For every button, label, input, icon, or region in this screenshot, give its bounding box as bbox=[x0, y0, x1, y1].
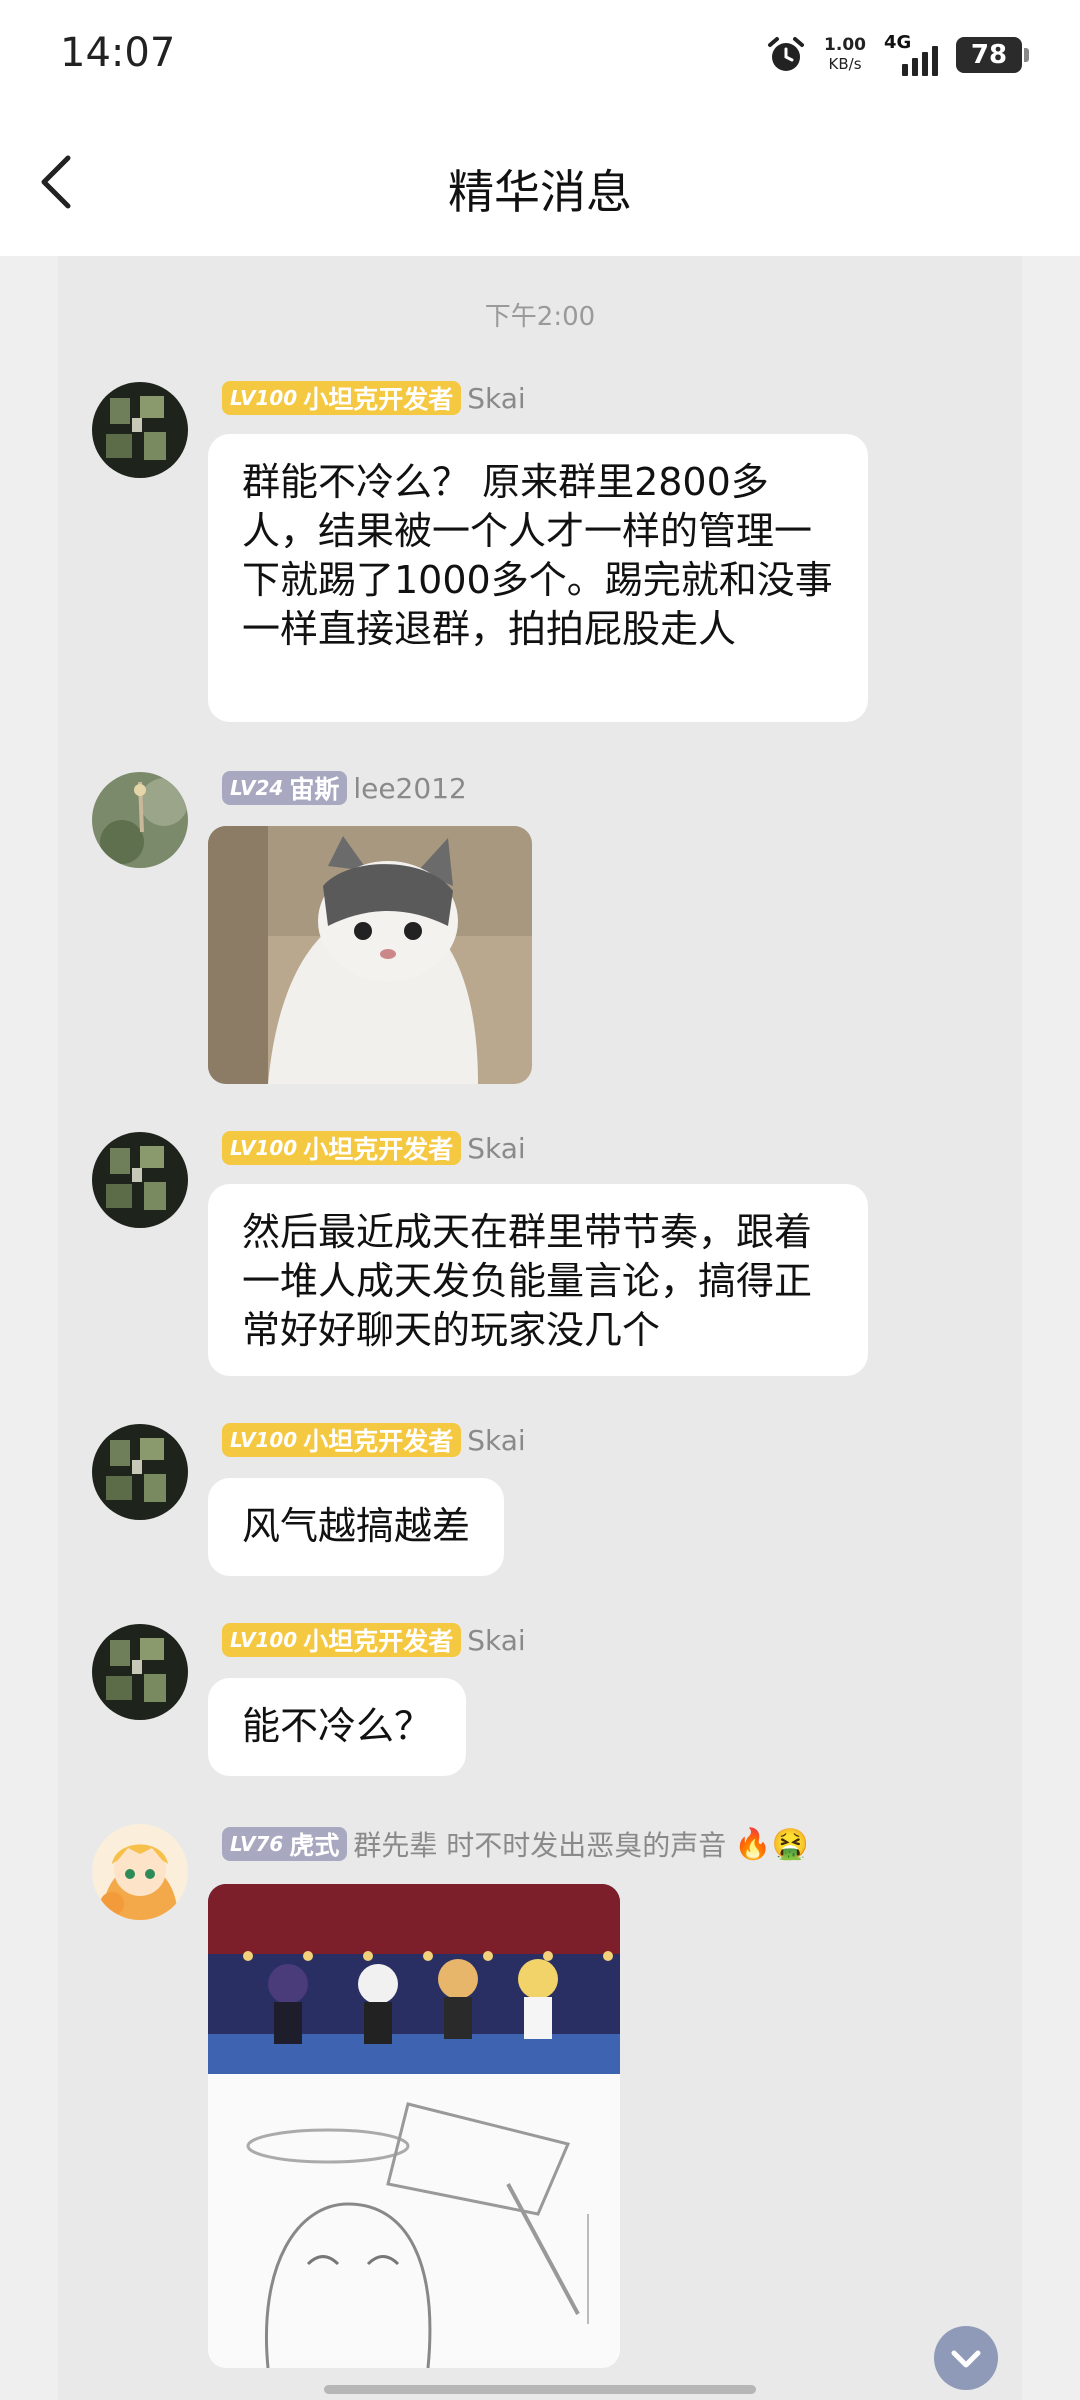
message-text: 风气越搞越差 bbox=[242, 1504, 471, 1548]
message-sender: LV100 小坦克开发者 Skai bbox=[222, 1422, 526, 1458]
sender-name[interactable]: Skai bbox=[467, 1132, 525, 1165]
level-badge: LV100 小坦克开发者 bbox=[222, 1623, 462, 1657]
network-speed: 1.00 KB/s bbox=[824, 36, 866, 74]
message-bubble[interactable]: 群能不冷么？ 原来群里2800多人，结果被一个人才一样的管理一下就踢了1000多… bbox=[208, 434, 868, 722]
avatar-skai[interactable] bbox=[92, 382, 188, 478]
scroll-to-bottom-button[interactable] bbox=[934, 2326, 998, 2390]
level-badge: LV100 小坦克开发者 bbox=[222, 1423, 462, 1457]
level-badge: LV100 小坦克开发者 bbox=[222, 1131, 462, 1165]
network-speed-value: 1.00 bbox=[824, 35, 866, 55]
alarm-icon bbox=[768, 37, 805, 71]
navigation-bar: 精华消息 bbox=[0, 110, 1080, 256]
cat-image[interactable] bbox=[208, 826, 532, 1084]
chevron-down-icon bbox=[951, 2350, 981, 2368]
message-sender: LV76 虎式 群先辈 时不时发出恶臭的声音 🔥🤮 bbox=[222, 1826, 809, 1862]
sender-name-emojis: 🔥🤮 bbox=[734, 1826, 809, 1862]
anime-comic-image[interactable] bbox=[208, 1884, 620, 2368]
battery-icon: 78 bbox=[956, 37, 1029, 73]
message-bubble[interactable]: 风气越搞越差 bbox=[208, 1478, 505, 1576]
home-indicator[interactable] bbox=[324, 2385, 756, 2394]
message-sender: LV100 小坦克开发者 Skai bbox=[222, 380, 526, 416]
message-bubble[interactable]: 能不冷么？ bbox=[208, 1678, 467, 1776]
page-title: 精华消息 bbox=[448, 165, 632, 219]
avatar-skai[interactable] bbox=[92, 1624, 188, 1720]
status-time: 14:07 bbox=[60, 30, 176, 76]
sender-name[interactable]: Skai bbox=[467, 382, 525, 415]
avatar-skai[interactable] bbox=[92, 1424, 188, 1520]
network-type: 4G bbox=[884, 32, 912, 53]
battery-level: 78 bbox=[970, 40, 1008, 70]
status-bar: 14:07 1.00 KB/s 4G 78 bbox=[0, 0, 1080, 110]
network-speed-unit: KB/s bbox=[828, 55, 862, 73]
status-icons: 1.00 KB/s 4G 78 bbox=[766, 32, 1029, 76]
sender-name[interactable]: 群先辈 时不时发出恶臭的声音 bbox=[353, 1824, 726, 1864]
level-badge: LV76 虎式 bbox=[222, 1827, 348, 1861]
level-badge: LV100 小坦克开发者 bbox=[222, 381, 462, 415]
chat-timestamp: 下午2:00 bbox=[484, 302, 596, 332]
message-sender: LV100 小坦克开发者 Skai bbox=[222, 1622, 526, 1658]
sender-name[interactable]: lee2012 bbox=[353, 772, 467, 805]
avatar-lee2012[interactable] bbox=[92, 772, 188, 868]
message-bubble[interactable]: 然后最近成天在群里带节奏，跟着一堆人成天发负能量言论，搞得正常好好聊天的玩家没几… bbox=[208, 1184, 868, 1376]
message-text: 能不冷么？ bbox=[242, 1704, 433, 1748]
message-sender: LV100 小坦克开发者 Skai bbox=[222, 1130, 526, 1166]
sender-name[interactable]: Skai bbox=[467, 1624, 525, 1657]
level-badge: LV24 宙斯 bbox=[222, 771, 348, 805]
sender-name[interactable]: Skai bbox=[467, 1424, 525, 1457]
avatar-skai[interactable] bbox=[92, 1132, 188, 1228]
message-text: 群能不冷么？ 原来群里2800多人，结果被一个人才一样的管理一下就踢了1000多… bbox=[242, 460, 833, 651]
message-text: 然后最近成天在群里带节奏，跟着一堆人成天发负能量言论，搞得正常好好聊天的玩家没几… bbox=[242, 1210, 813, 1352]
signal-icon: 4G bbox=[884, 32, 938, 76]
message-sender: LV24 宙斯 lee2012 bbox=[222, 770, 467, 806]
avatar-tiger[interactable] bbox=[92, 1824, 188, 1920]
